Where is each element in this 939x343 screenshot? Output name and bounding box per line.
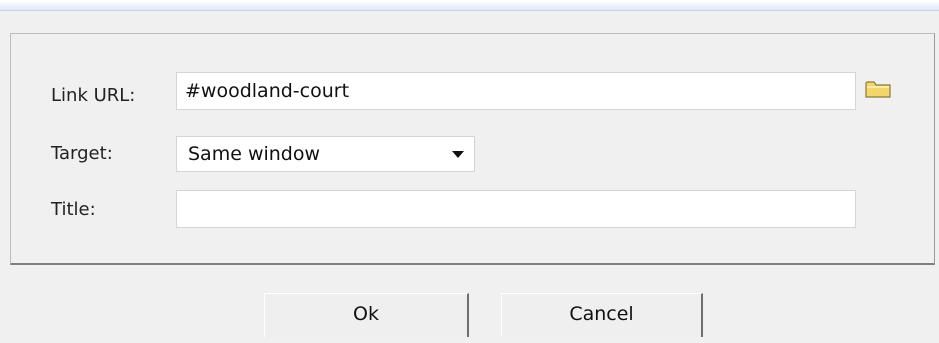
ok-button[interactable]: Ok <box>264 293 469 337</box>
folder-icon[interactable] <box>865 80 891 98</box>
link-url-input[interactable] <box>176 72 856 110</box>
target-label: Target: <box>51 143 113 164</box>
link-dialog: Link URL: Target: Same window Title: Ok … <box>0 0 939 343</box>
cancel-button[interactable]: Cancel <box>501 293 703 337</box>
dialog-title-strip <box>0 0 939 11</box>
target-select[interactable]: Same window <box>176 136 475 172</box>
target-select-value: Same window <box>188 143 321 165</box>
title-input[interactable] <box>176 190 856 228</box>
chevron-down-icon <box>452 151 464 158</box>
title-label: Title: <box>51 199 96 220</box>
link-url-label: Link URL: <box>51 85 136 106</box>
